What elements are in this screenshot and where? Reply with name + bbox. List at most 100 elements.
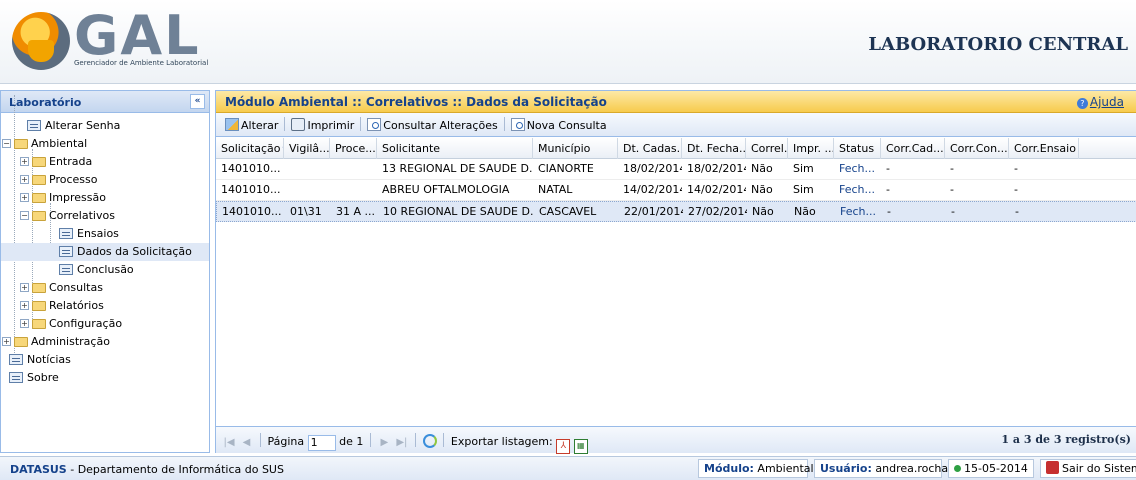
date-status: 15-05-2014 bbox=[948, 459, 1034, 478]
sidebar-item-noticias[interactable]: Notícias bbox=[1, 351, 209, 369]
page-icon bbox=[59, 228, 73, 239]
expand-toggle-icon[interactable]: + bbox=[20, 175, 29, 184]
column-header-impresso[interactable]: Impr. ... bbox=[788, 138, 834, 159]
collapse-toggle-icon[interactable]: − bbox=[2, 139, 11, 148]
expand-toggle-icon[interactable]: + bbox=[20, 319, 29, 328]
folder-open-icon bbox=[32, 211, 46, 221]
status-bar: DATASUS - Departamento de Informática do… bbox=[0, 456, 1136, 480]
column-header-corr-cadastro[interactable]: Corr.Cad... bbox=[881, 138, 945, 159]
column-header-status[interactable]: Status bbox=[834, 138, 881, 159]
cell-dt-cadastro: 14/02/2014 bbox=[623, 183, 682, 196]
column-header-municipio[interactable]: Município bbox=[533, 138, 618, 159]
table-row[interactable]: 1401010... ABREU OFTALMOLOGIA NATAL 14/0… bbox=[216, 180, 1136, 201]
module-status: Módulo: Ambiental bbox=[698, 459, 814, 478]
refresh-icon[interactable] bbox=[422, 434, 437, 448]
folder-icon bbox=[32, 283, 46, 293]
sidebar-item-dados-da-solicitacao[interactable]: Dados da Solicitação bbox=[1, 243, 209, 261]
cell-procedencia bbox=[330, 159, 377, 179]
sidebar-item-ambiental[interactable]: − Ambiental bbox=[1, 135, 209, 153]
page-title: Módulo Ambiental :: Correlativos :: Dado… bbox=[225, 95, 607, 109]
collapse-sidebar-button[interactable]: « bbox=[190, 94, 205, 109]
org-long: - Departamento de Informática do SUS bbox=[66, 463, 284, 476]
column-header-dt-cadastro[interactable]: Dt. Cadas... bbox=[618, 138, 682, 159]
page-total: de 1 bbox=[339, 435, 364, 448]
cell-solicitante: 13 REGIONAL DE SAUDE D... bbox=[382, 162, 533, 175]
sidebar-item-consultas[interactable]: + Consultas bbox=[1, 279, 209, 297]
expand-toggle-icon[interactable]: + bbox=[20, 193, 29, 202]
footer-org: DATASUS - Departamento de Informática do… bbox=[10, 463, 284, 476]
sidebar-item-processo[interactable]: + Processo bbox=[1, 171, 209, 189]
history-button[interactable]: Consultar Alterações bbox=[364, 118, 500, 134]
search-document-icon bbox=[510, 118, 525, 131]
column-header-corr-conclusao[interactable]: Corr.Con... bbox=[945, 138, 1009, 159]
folder-icon bbox=[32, 301, 46, 311]
sidebar-item-sobre[interactable]: Sobre bbox=[1, 369, 209, 387]
cell-dt-fechamento: 14/02/2014 bbox=[687, 183, 746, 196]
column-header-solicitacao[interactable]: Solicitação▼ bbox=[216, 138, 284, 159]
first-page-icon[interactable]: |◀ bbox=[222, 437, 236, 448]
cell-correlativo: Não bbox=[752, 205, 774, 218]
column-header-corr-ensaio[interactable]: Corr.Ensaio bbox=[1009, 138, 1079, 159]
new-query-button[interactable]: Nova Consulta bbox=[508, 118, 610, 134]
column-header-correlativo[interactable]: Correl... bbox=[746, 138, 788, 159]
cell-status: Fech... bbox=[839, 183, 876, 196]
cell-corr-conclusao: - bbox=[951, 205, 955, 218]
page-icon bbox=[27, 120, 41, 131]
page-label: Página bbox=[267, 435, 305, 448]
sidebar-item-alterar-senha[interactable]: Alterar Senha bbox=[1, 117, 209, 135]
toolbar-separator bbox=[503, 117, 505, 131]
page-number-input[interactable]: 1 bbox=[307, 435, 336, 451]
cell-corr-cadastro: - bbox=[886, 183, 890, 196]
paging-separator bbox=[369, 433, 371, 447]
cell-municipio: CASCAVEL bbox=[539, 205, 597, 218]
sidebar: Laboratório « Alterar Senha − Ambiental … bbox=[0, 90, 210, 453]
expand-toggle-icon[interactable]: + bbox=[20, 283, 29, 292]
app-header: GAL Gerenciador de Ambiente Laboratorial… bbox=[0, 0, 1136, 84]
print-button[interactable]: Imprimir bbox=[288, 118, 357, 134]
sidebar-item-administracao[interactable]: + Administração bbox=[1, 333, 209, 351]
cell-status: Fech... bbox=[839, 162, 876, 175]
column-header-dt-fechamento[interactable]: Dt. Fecha... bbox=[682, 138, 746, 159]
expand-toggle-icon[interactable]: + bbox=[2, 337, 11, 346]
sidebar-item-conclusao[interactable]: Conclusão bbox=[1, 261, 209, 279]
excel-export-icon[interactable]: ▦ bbox=[573, 439, 588, 454]
cell-solicitante: 10 REGIONAL DE SAUDE D... bbox=[383, 205, 534, 218]
sidebar-item-correlativos[interactable]: − Correlativos bbox=[1, 207, 209, 225]
cell-procedencia: 31 A ... bbox=[336, 205, 376, 218]
table-row-selected[interactable]: 1401010... 01\31 31 A ... 10 REGIONAL DE… bbox=[216, 201, 1136, 222]
table-row[interactable]: 1401010... 13 REGIONAL DE SAUDE D... CIA… bbox=[216, 159, 1136, 180]
cell-corr-cadastro: - bbox=[886, 162, 890, 175]
edit-button[interactable]: Alterar bbox=[222, 118, 281, 134]
prev-page-icon[interactable]: ◀ bbox=[240, 437, 254, 448]
exit-icon bbox=[1046, 461, 1059, 474]
sidebar-item-ensaios[interactable]: Ensaios bbox=[1, 225, 209, 243]
paging-separator bbox=[443, 433, 445, 447]
sidebar-item-relatorios[interactable]: + Relatórios bbox=[1, 297, 209, 315]
paging-separator bbox=[415, 433, 417, 447]
pdf-export-icon[interactable]: ⅄ bbox=[556, 439, 571, 454]
help-label: Ajuda bbox=[1089, 95, 1124, 109]
folder-open-icon bbox=[14, 139, 28, 149]
paging-separator bbox=[260, 433, 261, 447]
collapse-toggle-icon[interactable]: − bbox=[20, 211, 29, 220]
lab-title: LABORATORIO CENTRAL bbox=[868, 34, 1128, 55]
cell-correlativo: Não bbox=[751, 162, 773, 175]
cell-solicitante: ABREU OFTALMOLOGIA bbox=[382, 183, 510, 196]
cell-solicitacao: 1401010... bbox=[221, 183, 281, 196]
cell-vigilancia bbox=[284, 159, 330, 179]
sidebar-item-entrada[interactable]: + Entrada bbox=[1, 153, 209, 171]
next-page-icon[interactable]: ▶ bbox=[377, 437, 391, 448]
column-header-procedencia[interactable]: Proce... bbox=[330, 138, 377, 159]
logout-button[interactable]: Sair do Sistema bbox=[1040, 459, 1136, 478]
cell-impresso: Não bbox=[794, 205, 816, 218]
sidebar-item-impressao[interactable]: + Impressão bbox=[1, 189, 209, 207]
column-header-solicitante[interactable]: Solicitante bbox=[377, 138, 533, 159]
sidebar-item-configuracao[interactable]: + Configuração bbox=[1, 315, 209, 333]
last-page-icon[interactable]: ▶| bbox=[395, 437, 409, 448]
folder-icon bbox=[14, 337, 28, 347]
expand-toggle-icon[interactable]: + bbox=[20, 157, 29, 166]
expand-toggle-icon[interactable]: + bbox=[20, 301, 29, 310]
column-header-vigilancia[interactable]: Vigilâ... bbox=[284, 138, 330, 159]
help-link[interactable]: ? Ajuda bbox=[1076, 95, 1124, 109]
cell-status: Fech... bbox=[840, 205, 877, 218]
